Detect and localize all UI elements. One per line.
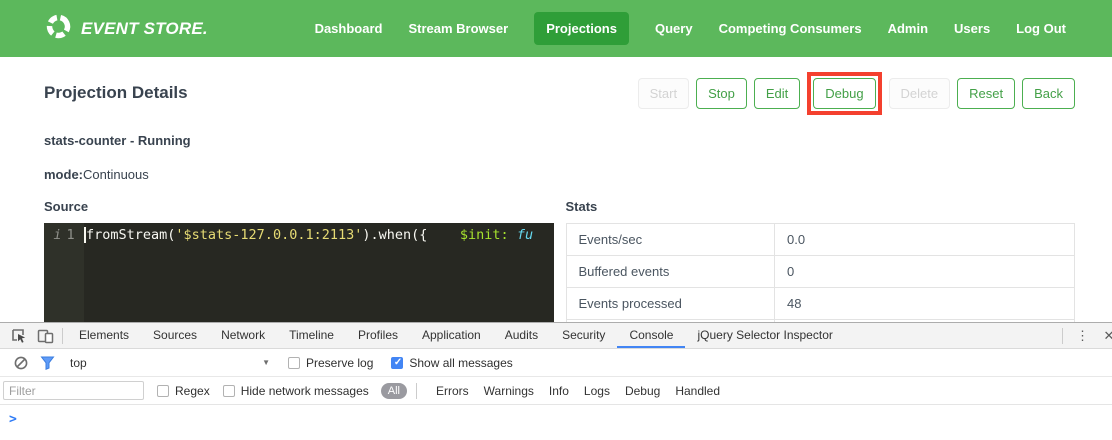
debug-button[interactable]: Debug bbox=[813, 78, 875, 109]
console-toolbar: top ▼ Preserve log Show all messages bbox=[0, 349, 1112, 377]
divider bbox=[1062, 328, 1063, 344]
show-all-messages-checkbox[interactable] bbox=[391, 357, 403, 369]
execution-context-value: top bbox=[70, 356, 87, 370]
inspect-element-icon[interactable] bbox=[6, 324, 32, 348]
nav-item-admin[interactable]: Admin bbox=[888, 21, 928, 36]
regex-group: Regex bbox=[157, 384, 210, 398]
stat-label: Events processed bbox=[566, 288, 774, 320]
filter-level-warnings[interactable]: Warnings bbox=[484, 384, 534, 398]
eventstore-logo-icon bbox=[45, 13, 72, 45]
top-navbar: EVENT STORE. Dashboard Stream Browser Pr… bbox=[0, 0, 1112, 57]
devtools-menu-icon[interactable]: ⋮ bbox=[1067, 328, 1098, 344]
tab-network[interactable]: Network bbox=[209, 323, 277, 348]
page-title: Projection Details bbox=[44, 83, 188, 103]
stat-value: 0 bbox=[774, 256, 1074, 288]
filter-level-logs[interactable]: Logs bbox=[584, 384, 610, 398]
devtools-panel: Elements Sources Network Timeline Profil… bbox=[0, 322, 1112, 440]
tab-application[interactable]: Application bbox=[410, 323, 493, 348]
hide-network-messages-label: Hide network messages bbox=[241, 384, 369, 398]
table-row: Buffered events 0 bbox=[566, 256, 1075, 288]
tab-jquery-selector-inspector[interactable]: jQuery Selector Inspector bbox=[685, 323, 844, 348]
stat-label: Buffered events bbox=[566, 256, 774, 288]
preserve-log-group: Preserve log bbox=[288, 356, 373, 370]
show-all-messages-label: Show all messages bbox=[409, 356, 512, 370]
tab-security[interactable]: Security bbox=[550, 323, 617, 348]
code-token-string: '$stats-127.0.0.1:2113' bbox=[175, 226, 362, 245]
gutter-annotation-icon: i bbox=[53, 227, 61, 243]
stop-button[interactable]: Stop bbox=[696, 78, 747, 109]
code-token: fromStream( bbox=[86, 226, 175, 245]
nav-item-dashboard[interactable]: Dashboard bbox=[315, 21, 383, 36]
source-heading: Source bbox=[44, 199, 554, 214]
preserve-log-label: Preserve log bbox=[306, 356, 373, 370]
code-token bbox=[427, 226, 460, 245]
table-row: Events/sec 0.0 bbox=[566, 224, 1075, 256]
tab-console[interactable]: Console bbox=[617, 323, 685, 348]
tab-sources[interactable]: Sources bbox=[141, 323, 209, 348]
debug-highlight-annotation: Debug bbox=[807, 72, 881, 115]
regex-label: Regex bbox=[175, 384, 210, 398]
nav-item-users[interactable]: Users bbox=[954, 21, 990, 36]
hide-network-messages-checkbox[interactable] bbox=[223, 385, 235, 397]
preserve-log-checkbox[interactable] bbox=[288, 357, 300, 369]
table-row: Events processed 48 bbox=[566, 288, 1075, 320]
clear-console-icon[interactable] bbox=[8, 351, 34, 375]
filter-level-debug[interactable]: Debug bbox=[625, 384, 660, 398]
delete-button[interactable]: Delete bbox=[889, 78, 951, 109]
code-token-function: fu bbox=[517, 226, 533, 245]
start-button[interactable]: Start bbox=[638, 78, 689, 109]
tab-elements[interactable]: Elements bbox=[67, 323, 141, 348]
divider bbox=[62, 328, 63, 344]
chevron-down-icon: ▼ bbox=[262, 358, 270, 367]
gutter-line-number: 1 bbox=[67, 227, 75, 243]
nav-item-projections[interactable]: Projections bbox=[534, 12, 629, 45]
projection-action-buttons: Start Stop Edit Debug Delete Reset Back bbox=[638, 72, 1075, 115]
filter-input[interactable] bbox=[3, 381, 144, 400]
nav-item-logout[interactable]: Log Out bbox=[1016, 21, 1066, 36]
device-toolbar-icon[interactable] bbox=[32, 324, 58, 348]
main-nav: Dashboard Stream Browser Projections Que… bbox=[315, 12, 1066, 45]
filter-funnel-icon[interactable] bbox=[34, 351, 60, 375]
console-output[interactable]: > bbox=[0, 405, 1112, 427]
tab-audits[interactable]: Audits bbox=[493, 323, 550, 348]
stat-value: 0.0 bbox=[774, 224, 1074, 256]
back-button[interactable]: Back bbox=[1022, 78, 1075, 109]
stats-heading: Stats bbox=[566, 199, 1076, 214]
filter-level-handled[interactable]: Handled bbox=[675, 384, 720, 398]
filter-level-errors[interactable]: Errors bbox=[436, 384, 469, 398]
regex-checkbox[interactable] bbox=[157, 385, 169, 397]
nav-item-competing-consumers[interactable]: Competing Consumers bbox=[719, 21, 862, 36]
show-all-messages-group: Show all messages bbox=[391, 356, 512, 370]
stat-label: Events/sec bbox=[566, 224, 774, 256]
tab-timeline[interactable]: Timeline bbox=[277, 323, 346, 348]
reset-button[interactable]: Reset bbox=[957, 78, 1015, 109]
brand-text: EVENT STORE. bbox=[81, 19, 208, 39]
stat-value: 48 bbox=[774, 288, 1074, 320]
code-token: ).when({ bbox=[362, 226, 427, 245]
projection-mode: mode:Continuous bbox=[44, 167, 1075, 182]
filter-all-button[interactable]: All bbox=[381, 383, 407, 399]
execution-context-select[interactable]: top ▼ bbox=[70, 356, 270, 370]
nav-item-query[interactable]: Query bbox=[655, 21, 693, 36]
code-token-key: $init: bbox=[460, 226, 509, 245]
devtools-close-icon[interactable]: ✕ bbox=[1098, 328, 1112, 344]
nav-item-stream-browser[interactable]: Stream Browser bbox=[408, 21, 508, 36]
edit-button[interactable]: Edit bbox=[754, 78, 800, 109]
console-filterbar: Regex Hide network messages All Errors W… bbox=[0, 377, 1112, 405]
divider bbox=[416, 383, 417, 399]
code-token bbox=[509, 226, 517, 245]
projection-name-status: stats-counter - Running bbox=[44, 133, 1075, 148]
filter-level-info[interactable]: Info bbox=[549, 384, 569, 398]
brand[interactable]: EVENT STORE. bbox=[45, 13, 208, 45]
hide-network-group: Hide network messages bbox=[223, 384, 369, 398]
mode-value: Continuous bbox=[83, 167, 149, 182]
mode-label: mode: bbox=[44, 167, 83, 182]
devtools-tabbar: Elements Sources Network Timeline Profil… bbox=[0, 323, 1112, 349]
console-prompt-chevron: > bbox=[9, 412, 17, 427]
tab-profiles[interactable]: Profiles bbox=[346, 323, 410, 348]
